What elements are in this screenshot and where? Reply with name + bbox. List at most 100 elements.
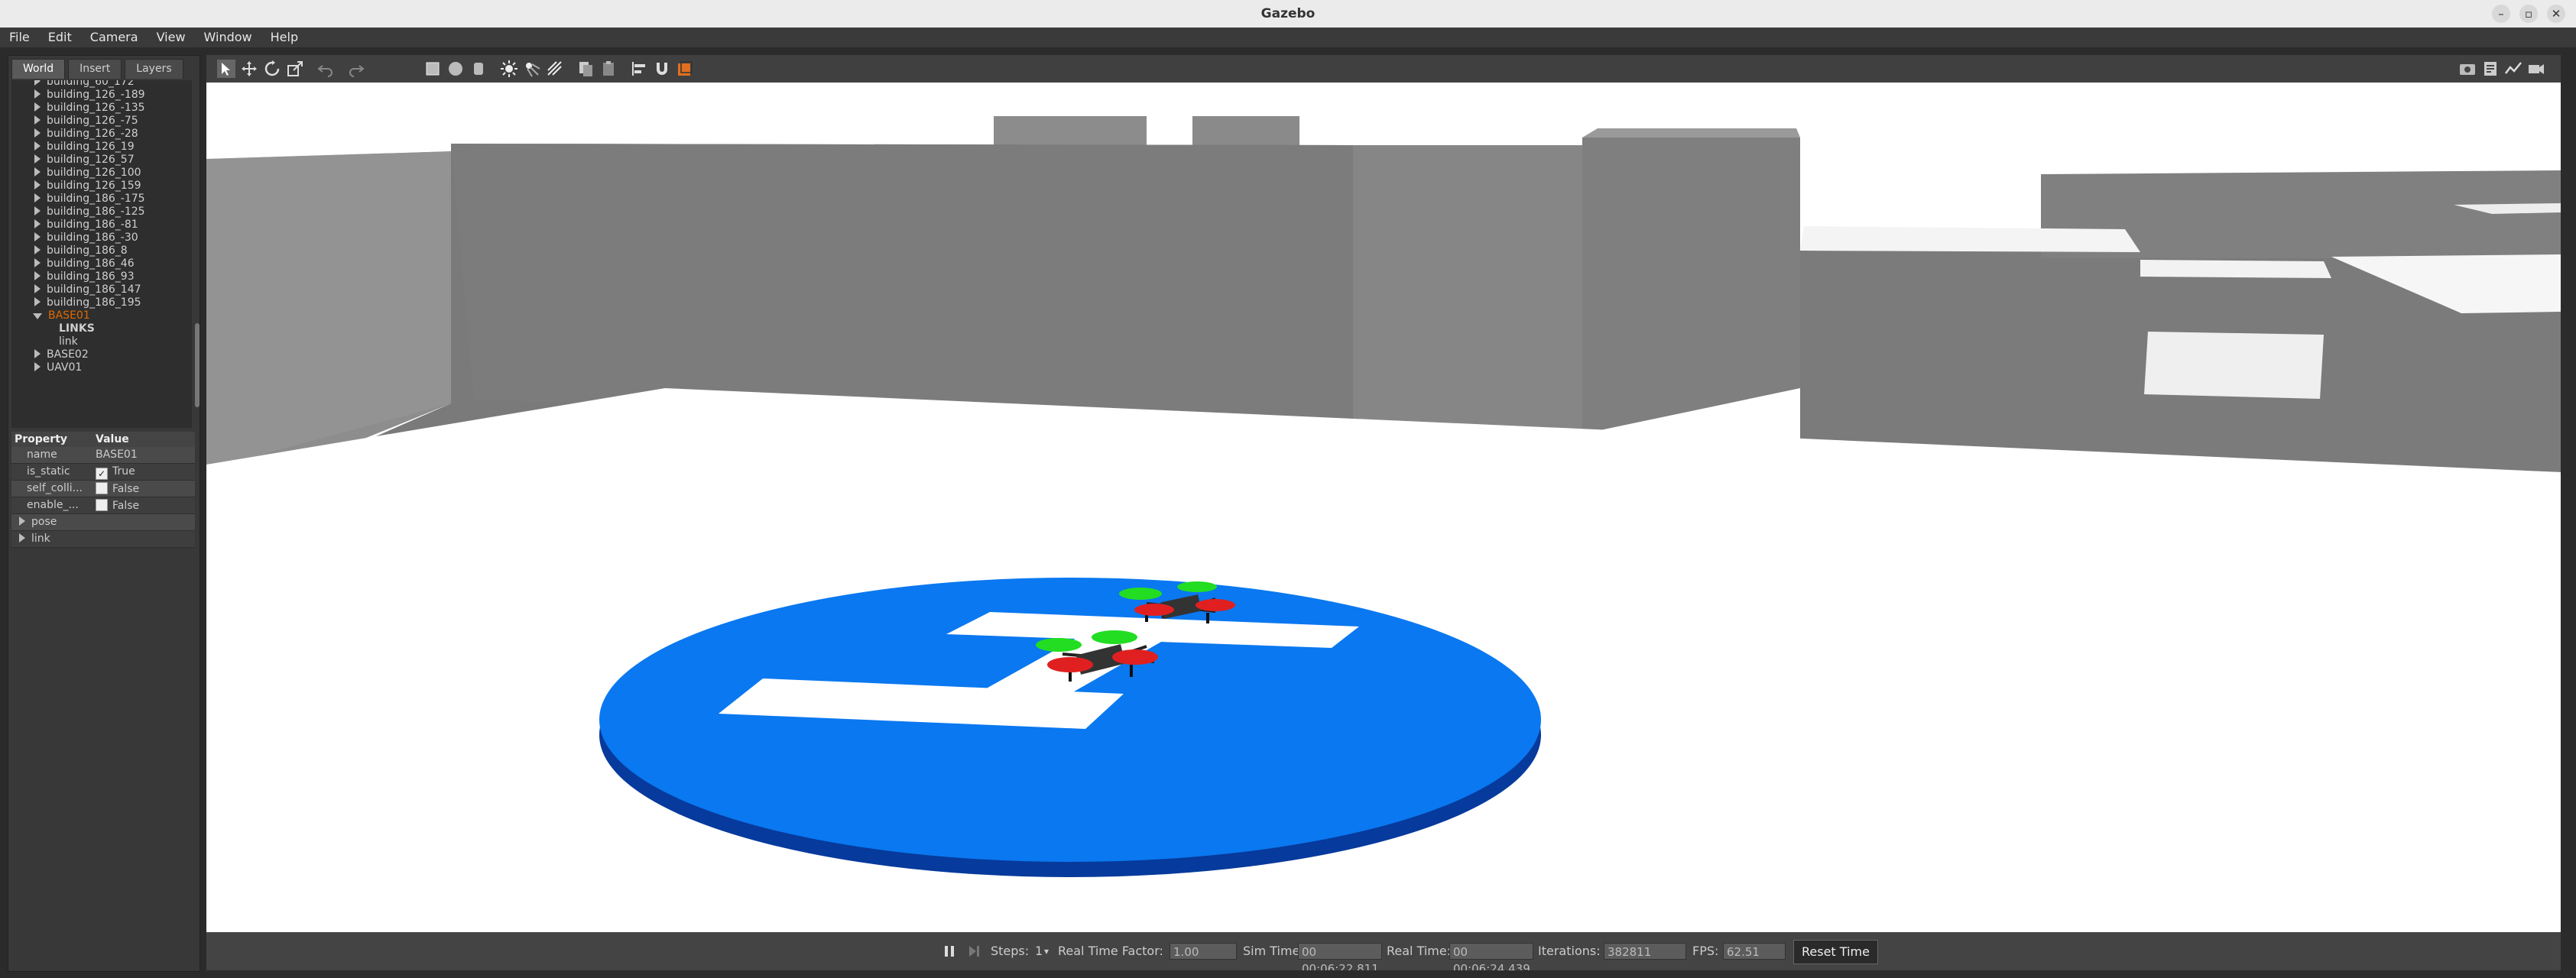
- expand-arrow-icon[interactable]: [34, 232, 41, 241]
- step-icon[interactable]: [966, 944, 981, 959]
- expand-arrow-icon[interactable]: [34, 297, 41, 306]
- tab-insert[interactable]: Insert: [68, 59, 122, 79]
- sphere-icon[interactable]: [446, 60, 465, 78]
- tree-item[interactable]: building_126_57: [34, 154, 135, 166]
- expand-arrow-icon[interactable]: [34, 245, 41, 254]
- expand-arrow-icon[interactable]: [34, 141, 41, 151]
- property-group-pose[interactable]: pose: [11, 514, 195, 531]
- undo-icon[interactable]: [316, 60, 335, 78]
- expand-arrow-icon[interactable]: [34, 167, 41, 176]
- checkbox-unchecked-icon[interactable]: [96, 499, 108, 511]
- tree-child-link[interactable]: link: [59, 335, 78, 348]
- title-bar: Gazebo – ▫ ✕: [0, 0, 2576, 28]
- pause-icon[interactable]: [942, 944, 957, 959]
- tree-item[interactable]: building_126_100: [34, 167, 141, 179]
- tab-layers[interactable]: Layers: [125, 59, 183, 79]
- tree-child-links[interactable]: LINKS: [59, 322, 95, 335]
- property-group-link[interactable]: link: [11, 531, 195, 548]
- chevron-down-icon[interactable]: ▾: [1044, 932, 1049, 970]
- expand-arrow-icon[interactable]: [34, 349, 41, 358]
- close-button[interactable]: ✕: [2547, 5, 2565, 23]
- tree-item[interactable]: building_186_195: [34, 296, 141, 309]
- view-angle-icon[interactable]: [676, 60, 694, 78]
- box-icon[interactable]: [423, 60, 442, 78]
- minimize-button[interactable]: –: [2492, 5, 2510, 23]
- expand-arrow-icon[interactable]: [19, 533, 25, 542]
- tree-item[interactable]: building_126_-28: [34, 128, 138, 140]
- copy-icon[interactable]: [576, 60, 595, 78]
- spot-light-icon[interactable]: [523, 60, 541, 78]
- tree-item[interactable]: building_126_19: [34, 141, 135, 153]
- maximize-button[interactable]: ▫: [2519, 5, 2538, 23]
- expand-arrow-icon[interactable]: [34, 154, 41, 164]
- checkbox-unchecked-icon[interactable]: [96, 482, 108, 494]
- tree-item[interactable]: building_186_-30: [34, 232, 138, 244]
- expand-arrow-icon[interactable]: [34, 258, 41, 267]
- tree-item[interactable]: building_186_147: [34, 283, 141, 296]
- tree-item[interactable]: building_186_-125: [34, 206, 145, 218]
- scene-render[interactable]: [206, 83, 2561, 931]
- 3d-viewport[interactable]: Steps: 1 ▾ Real Time Factor: 1.00 Sim Ti…: [206, 55, 2561, 970]
- align-icon[interactable]: [630, 60, 648, 78]
- tree-item[interactable]: building_126_-189: [34, 89, 145, 101]
- tree-item[interactable]: UAV01: [34, 361, 82, 374]
- checkbox-checked-icon[interactable]: ✓: [96, 468, 108, 480]
- tree-item[interactable]: building_186_93: [34, 270, 135, 283]
- expand-arrow-icon[interactable]: [34, 80, 41, 86]
- screenshot-icon[interactable]: [2458, 60, 2477, 78]
- point-light-icon[interactable]: [500, 60, 518, 78]
- menu-view[interactable]: View: [148, 28, 195, 47]
- log-icon[interactable]: [2481, 60, 2500, 78]
- steps-value[interactable]: 1: [1035, 932, 1043, 970]
- menu-camera[interactable]: Camera: [81, 28, 148, 47]
- menu-help[interactable]: Help: [261, 28, 307, 47]
- expand-arrow-icon[interactable]: [34, 89, 41, 99]
- property-row-self-collide: self_colli... False: [11, 481, 195, 497]
- expand-arrow-icon[interactable]: [34, 284, 41, 293]
- expand-arrow-icon[interactable]: [34, 128, 41, 138]
- iterations-value: 382811: [1604, 943, 1686, 960]
- expand-arrow-icon[interactable]: [34, 180, 41, 189]
- expand-arrow-icon[interactable]: [34, 362, 41, 371]
- tree-item-label: building_126_-189: [47, 89, 145, 101]
- rotate-icon[interactable]: [263, 60, 281, 78]
- expand-arrow-icon[interactable]: [34, 206, 41, 215]
- expand-arrow-icon[interactable]: [34, 219, 41, 228]
- tree-item[interactable]: building_126_-75: [34, 115, 138, 127]
- tree-item[interactable]: building_186_-81: [34, 219, 138, 231]
- expand-arrow-icon[interactable]: [34, 193, 41, 202]
- tree-item-label: building_126_57: [47, 154, 135, 166]
- tree-item-label: building_186_93: [47, 270, 135, 283]
- plot-icon[interactable]: [2504, 60, 2522, 78]
- menu-file[interactable]: File: [0, 28, 39, 47]
- menu-window[interactable]: Window: [195, 28, 261, 47]
- translate-icon[interactable]: [240, 60, 258, 78]
- redo-icon[interactable]: [347, 60, 365, 78]
- expand-arrow-icon[interactable]: [34, 115, 41, 125]
- directional-light-icon[interactable]: [546, 60, 564, 78]
- scale-icon[interactable]: [286, 60, 304, 78]
- tree-scrollbar[interactable]: [195, 323, 200, 407]
- tree-item[interactable]: building_186_46: [34, 257, 135, 270]
- tree-item[interactable]: building_126_-135: [34, 102, 145, 114]
- tree-item-selected[interactable]: BASE01: [33, 309, 90, 322]
- property-name: self_colli...: [27, 482, 83, 494]
- expand-arrow-icon[interactable]: [19, 517, 25, 526]
- tree-item[interactable]: BASE02: [34, 348, 89, 361]
- tree-item[interactable]: building_186_8: [34, 244, 128, 257]
- tab-world[interactable]: World: [11, 59, 66, 79]
- select-icon[interactable]: [217, 60, 235, 78]
- expand-arrow-icon[interactable]: [34, 102, 41, 112]
- record-icon[interactable]: [2527, 60, 2545, 78]
- tree-item[interactable]: building_60_172: [34, 80, 135, 88]
- paste-icon[interactable]: [599, 60, 618, 78]
- snap-icon[interactable]: [653, 60, 671, 78]
- cylinder-icon[interactable]: [469, 60, 488, 78]
- expand-arrow-icon[interactable]: [34, 271, 41, 280]
- menu-edit[interactable]: Edit: [39, 28, 81, 47]
- collapse-arrow-icon[interactable]: [33, 313, 42, 319]
- sim-time-value: 00 00:06:22.811: [1298, 943, 1382, 970]
- tree-item[interactable]: building_126_159: [34, 180, 141, 192]
- reset-time-button[interactable]: Reset Time: [1793, 940, 1878, 964]
- tree-item[interactable]: building_186_-175: [34, 193, 145, 205]
